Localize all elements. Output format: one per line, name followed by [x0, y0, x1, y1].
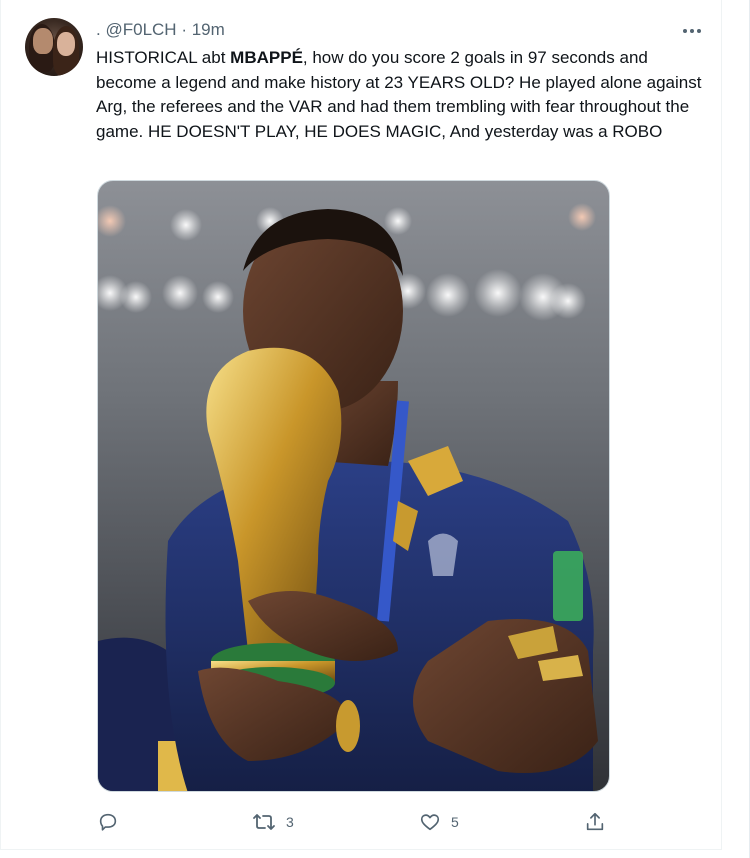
tweet-text-bold: MBAPPÉ: [230, 48, 303, 67]
tweet-media-image[interactable]: [97, 180, 610, 792]
tweet-header: . @F0LCH · 19m: [96, 20, 225, 40]
retweet-icon: [253, 814, 275, 830]
share-icon: [586, 812, 604, 831]
page: . @F0LCH · 19m HISTORICAL abt MBAPPÉ, ho…: [0, 0, 750, 858]
tweet-text-part1: HISTORICAL abt: [96, 48, 231, 67]
avatar[interactable]: [25, 18, 83, 76]
like-count: 5: [451, 814, 459, 830]
tweet-text: HISTORICAL abt MBAPPÉ, how do you score …: [96, 46, 706, 144]
user-handle[interactable]: @F0LCH: [105, 20, 176, 39]
retweet-count: 3: [286, 814, 294, 830]
reply-icon: [99, 813, 117, 831]
display-name[interactable]: .: [96, 20, 101, 39]
heart-icon: [420, 814, 440, 831]
share-button[interactable]: [584, 808, 606, 836]
more-horizontal-icon[interactable]: [679, 18, 705, 44]
timestamp[interactable]: 19m: [192, 20, 225, 39]
reply-button[interactable]: [97, 808, 119, 836]
media-photo: [98, 203, 598, 791]
header-separator: ·: [181, 20, 187, 39]
tweet-card[interactable]: . @F0LCH · 19m HISTORICAL abt MBAPPÉ, ho…: [0, 0, 722, 850]
retweet-button[interactable]: 3: [252, 808, 294, 836]
like-button[interactable]: 5: [419, 808, 459, 836]
tweet-actions: 3 5: [97, 808, 607, 836]
